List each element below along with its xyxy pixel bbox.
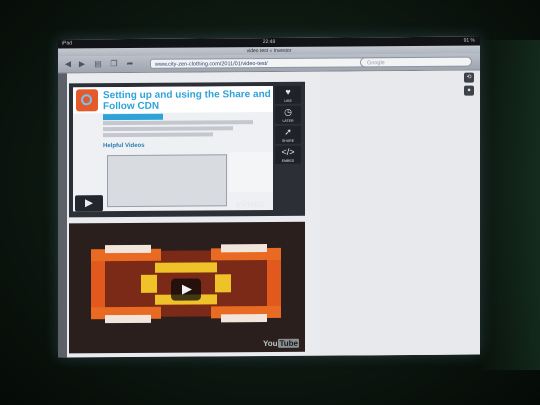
share-icon[interactable]: ➦ (124, 59, 136, 69)
embed-label: EMBED (281, 158, 295, 163)
youtube-logo: You Tube (262, 338, 299, 349)
art-highlight (105, 314, 151, 324)
side-widgets: ⟲ ● (464, 72, 474, 99)
youtube-logo-you: You (262, 338, 278, 349)
art-highlight (221, 314, 267, 323)
search-field[interactable]: Google (360, 56, 472, 68)
video-title: Setting up and using the Share and Follo… (103, 88, 271, 113)
thumbnail-subheading: Helpful Videos (103, 142, 145, 150)
youtube-player[interactable]: You Tube (69, 221, 305, 354)
book-icon[interactable]: ▤ (92, 59, 104, 69)
back-arrow-icon[interactable]: ◀ (62, 59, 74, 69)
vimeo-player[interactable]: Setting up and using the Share and Follo… (69, 81, 305, 218)
art-center-top (155, 262, 217, 273)
info-icon[interactable]: ● (464, 85, 474, 96)
art-highlight (221, 244, 267, 253)
page-edge-shadow (58, 73, 67, 358)
youtube-logo-tube: Tube (278, 338, 299, 348)
forward-arrow-icon[interactable]: ▶ (76, 59, 88, 69)
thumbnail-screenshot (107, 154, 227, 208)
later-label: LATER (282, 118, 294, 123)
vimeo-thumbnail: Setting up and using the Share and Follo… (73, 85, 273, 212)
pages-icon[interactable]: ❐ (108, 59, 120, 69)
thumbnail-header: Setting up and using the Share and Follo… (73, 85, 273, 114)
like-label: LIKE (284, 98, 292, 103)
heart-icon[interactable]: ♥ LIKE (275, 85, 301, 104)
clock-icon[interactable]: ◷ LATER (275, 105, 301, 124)
share-label: SHARE (281, 138, 295, 143)
blank-page-area: ⟲ ● (320, 70, 480, 356)
thumbnail-text-line (103, 126, 233, 132)
thumbnail-banner (103, 113, 163, 121)
thumbnail-sidebar (229, 151, 273, 193)
feed-icon[interactable]: ⟲ (464, 72, 474, 83)
battery-indicator: 91 % (463, 37, 475, 44)
thumbnail-text-line (103, 120, 253, 126)
share-icon[interactable]: ➚ SHARE (275, 125, 301, 144)
art-center-right (215, 274, 231, 293)
art-left-pillar (91, 255, 105, 314)
screen-glare (478, 40, 540, 370)
page-content: ⟲ ● Setting up and using the Share and F… (58, 70, 480, 358)
art-center-left (141, 274, 157, 293)
vimeo-tools: ♥ LIKE ◷ LATER ➚ SHARE </> EMBED (275, 85, 301, 166)
art-right-pillar (267, 253, 281, 313)
art-highlight (105, 244, 151, 254)
site-logo-icon (76, 89, 98, 112)
vimeo-logo: vimeo (236, 199, 265, 211)
youtube-play-button[interactable] (171, 278, 201, 301)
thumbnail-text-line (103, 132, 213, 138)
code-icon[interactable]: </> EMBED (275, 145, 301, 164)
vimeo-play-button[interactable] (75, 195, 103, 212)
ipad-screen: iPad 22:48 91 % video test « Investor ◀ … (58, 36, 480, 358)
